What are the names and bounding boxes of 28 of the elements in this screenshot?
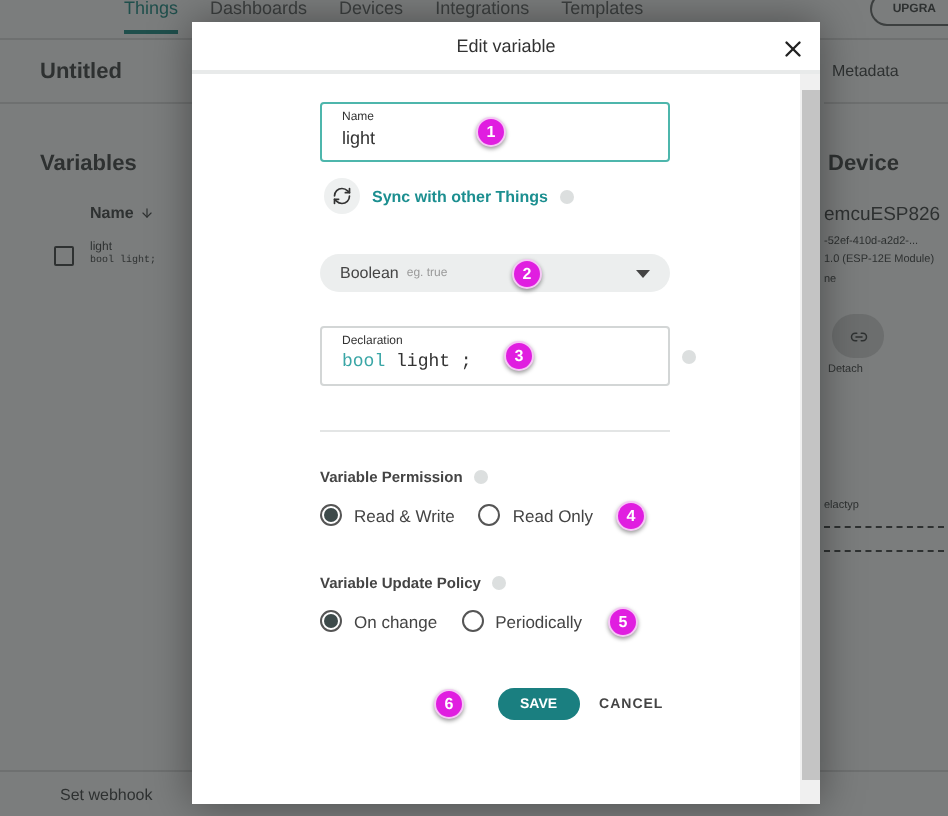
radio-button[interactable] xyxy=(478,504,501,526)
radio-button[interactable] xyxy=(461,610,484,632)
step-badge: 4 xyxy=(616,500,646,530)
close-icon xyxy=(779,35,805,61)
metadata-tab[interactable]: Metadata xyxy=(824,40,948,104)
row-checkbox[interactable] xyxy=(54,246,74,266)
device-name: emcuESP826 xyxy=(824,204,943,226)
webhook-link[interactable]: Set webhook xyxy=(60,785,153,803)
step-badge: 3 xyxy=(504,341,534,371)
section-title: Variables xyxy=(40,152,139,176)
radio-option[interactable]: Periodically xyxy=(461,610,583,632)
radio-button[interactable] xyxy=(320,610,342,632)
step-badge: 6 xyxy=(434,689,464,719)
column-header[interactable]: Name xyxy=(90,204,134,222)
sync-link[interactable]: Sync with other Things xyxy=(372,187,549,205)
radio-button[interactable] xyxy=(320,504,342,526)
radio-option[interactable]: Read Only xyxy=(478,504,594,526)
caret-icon xyxy=(636,269,650,277)
step-badge: 1 xyxy=(476,117,506,147)
name-input[interactable]: light xyxy=(342,128,462,148)
sort-arrow-icon xyxy=(139,206,154,220)
dialog-title: Edit variable xyxy=(456,36,556,56)
link-icon xyxy=(849,327,867,345)
sync-icon[interactable] xyxy=(324,178,360,214)
radio-option[interactable]: Read & Write xyxy=(320,504,455,526)
step-badge: 5 xyxy=(608,606,638,636)
radio-option[interactable]: On change xyxy=(320,610,438,632)
section-title: Device xyxy=(828,152,901,176)
